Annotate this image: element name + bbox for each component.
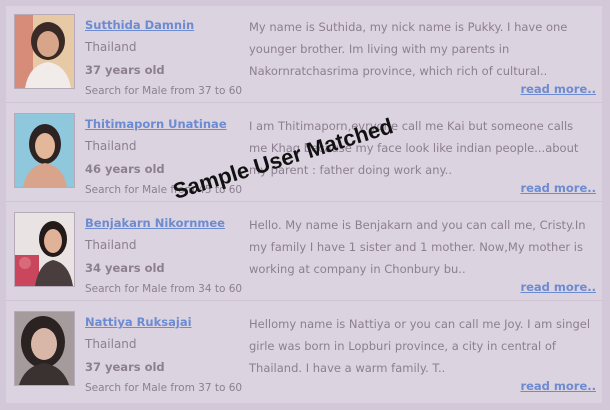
profile-age: 37 years old <box>85 360 165 374</box>
profile-search-criteria: Search for Male from 37 to 60 <box>85 382 243 394</box>
profile-search-criteria: Search for Male from 45 to 60 <box>85 184 243 196</box>
profile-description: I am Thitimaporn,evryone call me Kai but… <box>249 119 579 177</box>
profile-age: 34 years old <box>85 261 165 275</box>
profile-photo[interactable] <box>14 113 75 188</box>
profile-description: My name is Suthida, my nick name is Pukk… <box>249 20 568 78</box>
profile-photo[interactable] <box>14 14 75 89</box>
profile-description: Hellomy name is Nattiya or you can call … <box>249 317 591 375</box>
read-more-link[interactable]: read more.. <box>520 82 596 96</box>
read-more-link[interactable]: read more.. <box>520 379 596 393</box>
profile-name-link[interactable]: Thitimaporn Unatinae <box>85 117 227 131</box>
profile-search-criteria: Search for Male from 34 to 60 <box>85 283 243 295</box>
profile-row: Thitimaporn Unatinae Thailand 46 years o… <box>6 105 602 202</box>
profile-photo[interactable] <box>14 311 75 386</box>
profile-name-link[interactable]: Sutthida Damnin <box>85 18 194 32</box>
profile-country: Thailand <box>85 40 137 54</box>
profile-name-link[interactable]: Benjakarn Nikornmee <box>85 216 225 230</box>
profile-search-criteria: Search for Male from 37 to 60 <box>85 85 243 97</box>
profile-row: Benjakarn Nikornmee Thailand 34 years ol… <box>6 204 602 301</box>
read-more-link[interactable]: read more.. <box>520 181 596 195</box>
profile-age: 37 years old <box>85 63 165 77</box>
profile-description: Hello. My name is Benjakarn and you can … <box>249 218 586 276</box>
profile-age: 46 years old <box>85 162 165 176</box>
profile-country: Thailand <box>85 139 137 153</box>
read-more-link[interactable]: read more.. <box>520 280 596 294</box>
profile-list: Sutthida Damnin Thailand 37 years old Se… <box>6 6 602 403</box>
profile-row: Sutthida Damnin Thailand 37 years old Se… <box>6 6 602 103</box>
profile-row: Nattiya Ruksajai Thailand 37 years old S… <box>6 303 602 399</box>
profile-country: Thailand <box>85 238 137 252</box>
profile-name-link[interactable]: Nattiya Ruksajai <box>85 315 192 329</box>
profile-photo[interactable] <box>14 212 75 287</box>
profile-country: Thailand <box>85 337 137 351</box>
